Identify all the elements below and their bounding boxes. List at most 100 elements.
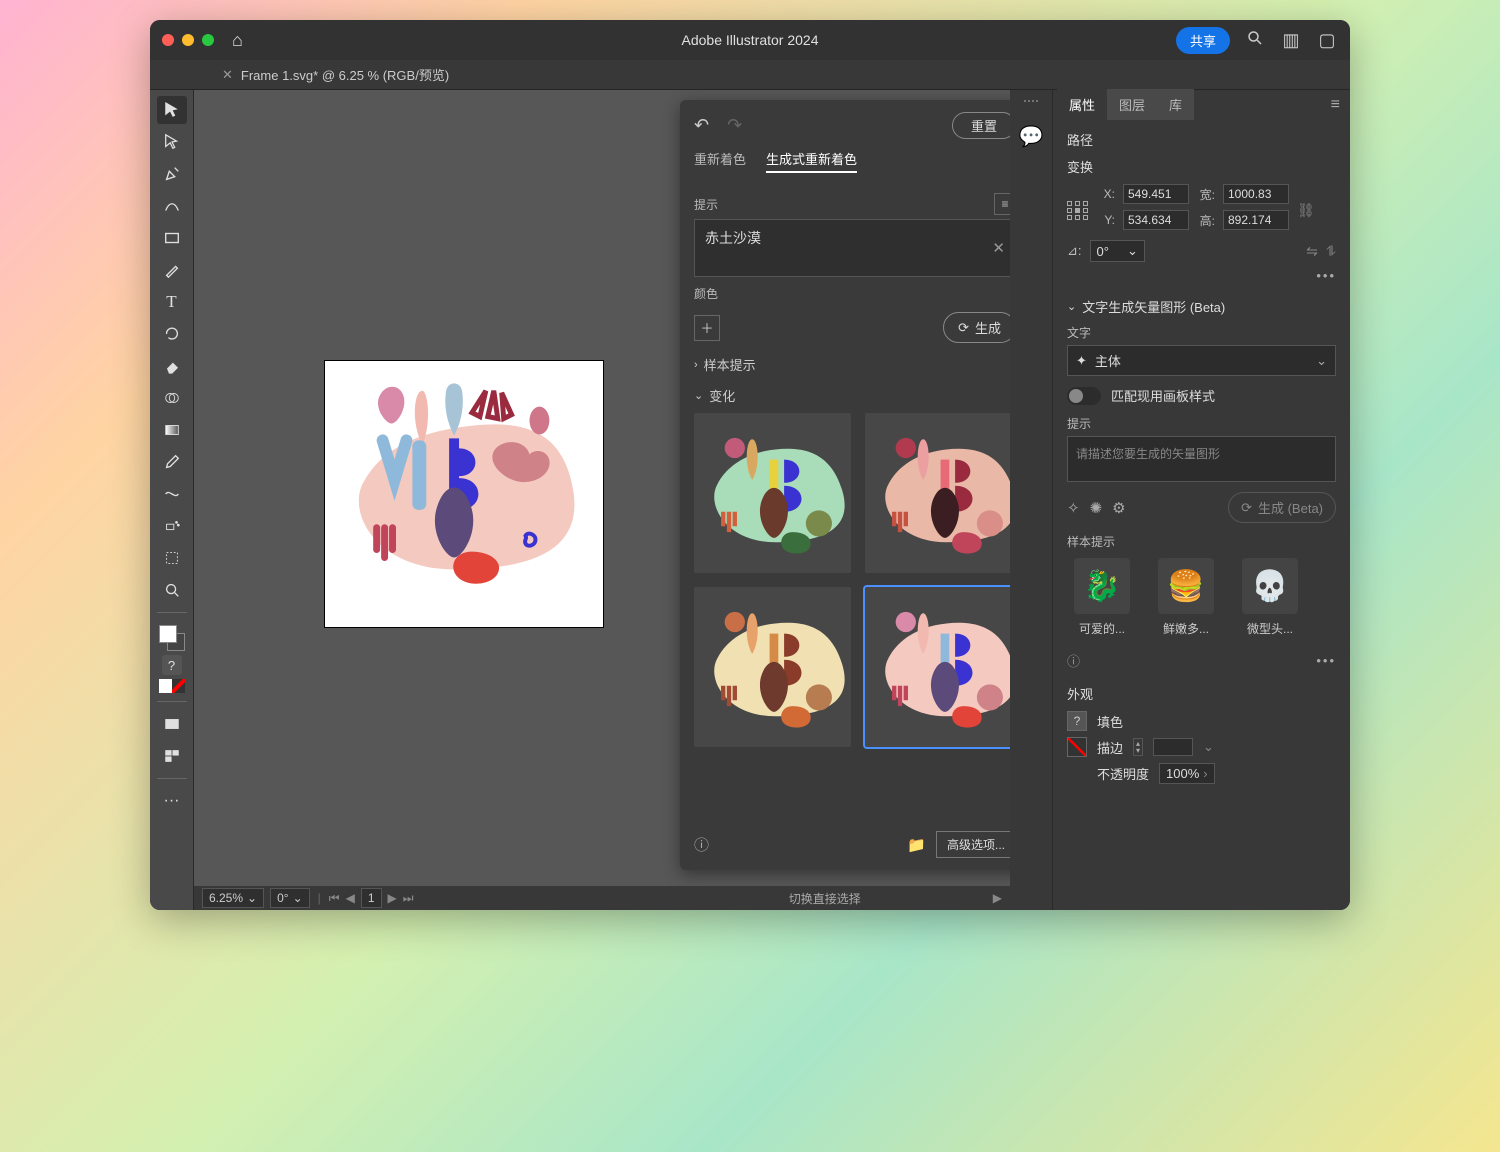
tab-layers[interactable]: 图层 bbox=[1107, 89, 1157, 120]
generate-button[interactable]: ⟳ 生成 bbox=[943, 312, 1010, 343]
generate-beta-button[interactable]: ⟳生成 (Beta) bbox=[1228, 492, 1336, 523]
canvas[interactable]: ↶ ↷ 重置 重新着色 生成式重新着色 提示 ≡ 赤土沙漠 ✕ bbox=[194, 90, 1010, 886]
right-dock: 💬 bbox=[1010, 90, 1052, 910]
info-icon[interactable]: ⓘ bbox=[694, 834, 709, 855]
titlebar: ⌂ Adobe Illustrator 2024 共享 ▥ ▢ bbox=[150, 20, 1350, 60]
subject-dropdown[interactable]: ✦ 主体 ⌄ bbox=[1067, 345, 1336, 376]
document-tab[interactable]: ✕ Frame 1.svg* @ 6.25 % (RGB/预览) bbox=[222, 65, 449, 84]
stroke-weight-field[interactable] bbox=[1153, 738, 1193, 756]
more-tools-icon[interactable]: ··· bbox=[157, 787, 187, 815]
add-color-button[interactable]: ＋ bbox=[694, 315, 720, 341]
idea-icon[interactable]: ✺ bbox=[1090, 499, 1103, 517]
reference-point-icon[interactable] bbox=[1067, 201, 1089, 220]
info-icon[interactable]: ⓘ bbox=[1067, 651, 1080, 670]
lock-aspect-icon[interactable]: ⛓ bbox=[1297, 202, 1315, 219]
close-window-icon[interactable] bbox=[162, 34, 174, 46]
gen-more-icon[interactable]: ••• bbox=[1316, 653, 1336, 668]
symbol-sprayer-icon[interactable] bbox=[157, 512, 187, 540]
folder-icon[interactable]: 📁 bbox=[907, 836, 926, 854]
eraser-tool-icon[interactable] bbox=[157, 352, 187, 380]
arrange-icon[interactable]: ▥ bbox=[1280, 30, 1302, 51]
brush-tool-icon[interactable] bbox=[157, 256, 187, 284]
x-field[interactable] bbox=[1123, 184, 1189, 204]
variations-toggle[interactable]: ⌄变化 bbox=[694, 386, 1010, 405]
stroke-swatch[interactable] bbox=[1067, 737, 1087, 757]
wand-icon[interactable]: ✧ bbox=[1067, 499, 1080, 517]
type-tool-icon[interactable]: T bbox=[157, 288, 187, 316]
sparkle-icon: ✦ bbox=[1076, 353, 1087, 369]
zoom-tool-icon[interactable] bbox=[157, 576, 187, 604]
tab-libraries[interactable]: 库 bbox=[1157, 89, 1194, 120]
artboard-tool-icon[interactable] bbox=[157, 544, 187, 572]
comments-panel-icon[interactable]: 💬 bbox=[1019, 124, 1044, 149]
tab-recolor[interactable]: 重新着色 bbox=[694, 149, 746, 173]
color-mode-unknown-icon[interactable]: ? bbox=[162, 655, 182, 675]
sample-prompt-1[interactable]: 🐉可爱的... bbox=[1067, 558, 1137, 637]
reset-button[interactable]: 重置 bbox=[952, 112, 1010, 139]
edit-toolbar-icon[interactable] bbox=[157, 742, 187, 770]
rectangle-tool-icon[interactable] bbox=[157, 224, 187, 252]
width-field[interactable] bbox=[1223, 184, 1289, 204]
undo-icon[interactable]: ↶ bbox=[694, 115, 709, 136]
opacity-field[interactable]: 100%› bbox=[1159, 763, 1215, 784]
fill-stroke-swatch[interactable] bbox=[159, 625, 185, 651]
variation-1[interactable] bbox=[694, 413, 851, 573]
variation-4[interactable] bbox=[865, 587, 1010, 747]
sample-prompts-toggle[interactable]: ›样本提示 bbox=[694, 355, 1010, 374]
fill-swatch[interactable]: ? bbox=[1067, 711, 1087, 731]
document-tab-bar: ✕ Frame 1.svg* @ 6.25 % (RGB/预览) bbox=[150, 60, 1350, 90]
close-tab-icon[interactable]: ✕ bbox=[222, 67, 233, 83]
gradient-tool-icon[interactable] bbox=[157, 416, 187, 444]
minimize-window-icon[interactable] bbox=[182, 34, 194, 46]
search-icon[interactable] bbox=[1244, 29, 1266, 52]
vector-prompt-input[interactable]: 请描述您要生成的矢量图形 bbox=[1067, 436, 1336, 482]
gear-icon[interactable]: ⚙ bbox=[1112, 499, 1125, 517]
workspace-icon[interactable]: ▢ bbox=[1316, 30, 1338, 51]
eyedropper-tool-icon[interactable] bbox=[157, 448, 187, 476]
rotate-field[interactable]: 0°⌄ bbox=[1090, 240, 1145, 262]
pen-tool-icon[interactable] bbox=[157, 160, 187, 188]
sample-prompt-3[interactable]: 💀微型头... bbox=[1235, 558, 1305, 637]
flip-vertical-icon[interactable]: ⥮ bbox=[1326, 243, 1336, 260]
y-field[interactable] bbox=[1123, 210, 1189, 230]
curvature-tool-icon[interactable] bbox=[157, 192, 187, 220]
screen-mode-icon[interactable] bbox=[157, 710, 187, 738]
stroke-weight-stepper[interactable]: ▴▾ bbox=[1133, 738, 1143, 756]
home-icon[interactable]: ⌂ bbox=[232, 30, 243, 51]
rotate-tool-icon[interactable] bbox=[157, 320, 187, 348]
shape-builder-tool-icon[interactable] bbox=[157, 384, 187, 412]
zoom-level[interactable]: 6.25%⌄ bbox=[202, 888, 264, 908]
variation-3[interactable] bbox=[694, 587, 851, 747]
transform-label: 变换 bbox=[1067, 157, 1336, 176]
match-artboard-toggle[interactable] bbox=[1067, 387, 1101, 405]
panel-menu-icon[interactable]: ≡ bbox=[1321, 90, 1350, 120]
scroll-right-icon[interactable]: ▶ bbox=[993, 891, 1002, 905]
appearance-label: 外观 bbox=[1067, 684, 1336, 703]
clear-prompt-icon[interactable]: ✕ bbox=[992, 239, 1005, 257]
prompt-input[interactable]: 赤土沙漠 ✕ bbox=[694, 219, 1010, 277]
direct-selection-tool-icon[interactable] bbox=[157, 128, 187, 156]
tab-generative-recolor[interactable]: 生成式重新着色 bbox=[766, 149, 857, 173]
artboard-nav-next-icon[interactable]: ▶ bbox=[388, 891, 397, 905]
artboard-nav-prev-icon[interactable]: ◀ bbox=[346, 891, 355, 905]
draw-mode-icon[interactable] bbox=[159, 679, 185, 693]
tab-properties[interactable]: 属性 bbox=[1057, 89, 1107, 120]
text-to-vector-header[interactable]: ⌄文字生成矢量图形 (Beta) bbox=[1067, 297, 1336, 316]
prompt-menu-icon[interactable]: ≡ bbox=[994, 193, 1010, 215]
document-name: Frame 1.svg* @ 6.25 % (RGB/预览) bbox=[241, 65, 449, 84]
advanced-options-button[interactable]: 高级选项... bbox=[936, 831, 1010, 858]
flip-horizontal-icon[interactable]: ⇋ bbox=[1306, 243, 1318, 260]
sample-prompt-2[interactable]: 🍔鲜嫩多... bbox=[1151, 558, 1221, 637]
rotate-view[interactable]: 0°⌄ bbox=[270, 888, 310, 908]
selection-tool-icon[interactable] bbox=[157, 96, 187, 124]
width-tool-icon[interactable] bbox=[157, 480, 187, 508]
artboard-nav-last-icon[interactable]: ⏭ bbox=[403, 891, 414, 906]
height-field[interactable] bbox=[1223, 210, 1289, 230]
artboard-nav-first-icon[interactable]: ⏮ bbox=[329, 891, 340, 906]
variation-2[interactable] bbox=[865, 413, 1010, 573]
share-button[interactable]: 共享 bbox=[1176, 27, 1230, 54]
maximize-window-icon[interactable] bbox=[202, 34, 214, 46]
artboard-number[interactable]: 1 bbox=[361, 888, 382, 908]
artboard bbox=[324, 360, 604, 628]
transform-more-icon[interactable]: ••• bbox=[1316, 268, 1336, 283]
